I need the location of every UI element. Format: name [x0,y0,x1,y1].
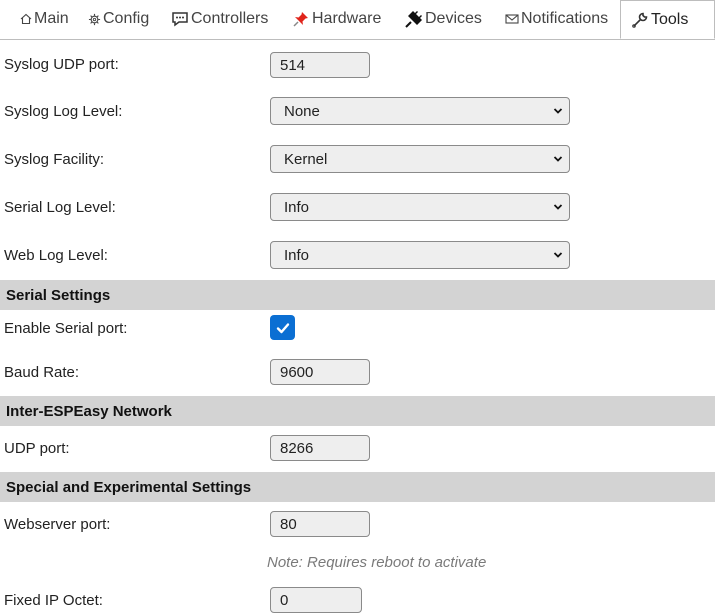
syslog-udp-port-input[interactable]: 514 [270,52,370,78]
enable-serial-row: Enable Serial port: [0,315,715,343]
web-log-level-select[interactable]: Info [270,241,570,269]
udp-port-label: UDP port: [4,440,70,457]
enable-serial-label: Enable Serial port: [4,320,128,337]
syslog-log-level-row: Syslog Log Level: None [0,97,715,127]
baud-rate-row: Baud Rate: 9600 [0,359,715,387]
tab-controllers-label: Controllers [191,10,269,27]
web-log-level-label: Web Log Level: [4,247,108,264]
section-title: Serial Settings [6,286,111,304]
gear-icon [88,13,101,26]
tab-tools-label: Tools [651,10,689,28]
chevron-down-icon [553,108,563,114]
serial-log-level-value: Info [284,198,310,216]
syslog-facility-row: Syslog Facility: Kernel [0,145,715,175]
web-log-level-value: Info [284,246,310,264]
tab-devices[interactable]: Devices [405,0,482,38]
section-title: Special and Experimental Settings [6,478,252,496]
plug-icon [405,10,423,28]
enable-serial-checkbox[interactable] [270,315,295,340]
tab-notifications[interactable]: Notifications [505,0,608,38]
section-header-serial-settings: Serial Settings [0,280,715,310]
envelope-icon [505,13,519,25]
tab-tools[interactable]: Tools [620,0,715,39]
tab-controllers[interactable]: Controllers [171,0,268,38]
syslog-log-level-value: None [284,102,320,120]
tab-bar: Main Config Controllers Hardware Devices… [0,0,715,40]
section-header-special-experimental: Special and Experimental Settings [0,472,715,502]
syslog-log-level-select[interactable]: None [270,97,570,125]
webserver-reboot-note: Note: Requires reboot to activate [267,554,487,571]
baud-rate-value: 9600 [280,363,314,381]
baud-rate-input[interactable]: 9600 [270,359,370,385]
tab-config[interactable]: Config [88,0,149,38]
serial-log-level-row: Serial Log Level: Info [0,193,715,223]
speech-bubble-icon [171,11,189,27]
pushpin-icon [292,10,310,28]
serial-log-level-select[interactable]: Info [270,193,570,221]
syslog-facility-value: Kernel [284,150,328,168]
tab-config-label: Config [103,10,150,27]
tab-main[interactable]: Main [20,0,69,38]
webserver-port-row: Webserver port: 80 [0,511,715,539]
syslog-udp-port-row: Syslog UDP port: 514 [0,52,715,80]
udp-port-input[interactable]: 8266 [270,435,370,461]
web-log-level-row: Web Log Level: Info [0,241,715,271]
fixed-ip-octet-input[interactable]: 0 [270,587,362,613]
fixed-ip-octet-label: Fixed IP Octet: [4,592,103,609]
tab-hardware-label: Hardware [312,10,382,27]
syslog-udp-port-label: Syslog UDP port: [4,56,119,73]
home-icon [20,13,32,25]
udp-port-row: UDP port: 8266 [0,435,715,463]
chevron-down-icon [553,204,563,210]
webserver-port-input[interactable]: 80 [270,511,370,537]
tab-notifications-label: Notifications [521,10,609,27]
chevron-down-icon [553,252,563,258]
wrench-icon [631,11,649,29]
syslog-facility-label: Syslog Facility: [4,151,105,168]
syslog-udp-port-value: 514 [280,56,306,74]
fixed-ip-octet-row: Fixed IP Octet: 0 [0,587,715,613]
webserver-port-label: Webserver port: [4,516,111,533]
webserver-port-value: 80 [280,515,297,533]
fixed-ip-octet-value: 0 [280,591,289,609]
tab-devices-label: Devices [425,10,482,27]
serial-log-level-label: Serial Log Level: [4,199,116,216]
syslog-log-level-label: Syslog Log Level: [4,103,123,120]
section-header-inter-espeasy: Inter-ESPEasy Network [0,396,715,426]
checkmark-icon [276,322,289,333]
tab-main-label: Main [34,10,69,27]
baud-rate-label: Baud Rate: [4,364,80,381]
chevron-down-icon [553,156,563,162]
syslog-facility-select[interactable]: Kernel [270,145,570,173]
section-title: Inter-ESPEasy Network [6,402,172,420]
udp-port-value: 8266 [280,439,314,457]
tab-hardware[interactable]: Hardware [292,0,381,38]
